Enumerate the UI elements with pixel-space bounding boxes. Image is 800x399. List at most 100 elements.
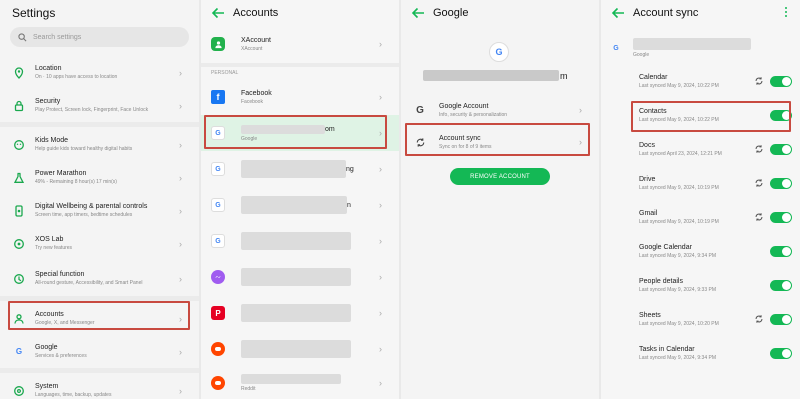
account-item-facebook[interactable]: f Facebook Facebook › bbox=[201, 79, 399, 115]
settings-item-kids-mode[interactable]: Kids Mode Help guide kids toward healthy … bbox=[0, 128, 199, 161]
settings-item-security[interactable]: Security Play Protect, Screen lock, Finge… bbox=[0, 89, 199, 122]
item-sub: On · 10 apps have access to location bbox=[35, 74, 118, 80]
reddit-icon bbox=[211, 342, 225, 356]
item-label: ng bbox=[346, 165, 354, 173]
item-sub: All-round gesture, Accessibility, and Sm… bbox=[35, 280, 143, 286]
account-sync-panel: Account sync G Google Calendar Last synce… bbox=[601, 0, 800, 399]
section-label: PERSONAL bbox=[211, 70, 239, 76]
lab-icon bbox=[12, 237, 26, 251]
flask-icon bbox=[12, 171, 26, 185]
docs-sync-toggle[interactable] bbox=[770, 143, 792, 155]
sync-icon bbox=[754, 212, 764, 222]
sync-item-sheets[interactable]: Sheets Last synced May 9, 2024, 10:20 PM bbox=[601, 302, 800, 336]
settings-item-location[interactable]: Location On · 10 apps have access to loca… bbox=[0, 56, 199, 89]
drive-sync-toggle[interactable] bbox=[770, 177, 792, 189]
sheets-sync-toggle[interactable] bbox=[770, 313, 792, 325]
item-sub: Last synced April 23, 2024, 12:21 PM bbox=[639, 150, 722, 157]
google-icon: G bbox=[15, 347, 23, 356]
item-label: Power Marathon bbox=[35, 170, 87, 177]
item-sub: Last synced May 9, 2024, 10:20 PM bbox=[639, 320, 719, 327]
sync-item-people-details[interactable]: People details Last synced May 9, 2024, 9… bbox=[601, 268, 800, 302]
item-label: Google bbox=[35, 344, 58, 351]
sync-item-calendar[interactable]: Calendar Last synced May 9, 2024, 10:22 P… bbox=[601, 64, 800, 98]
remove-account-button[interactable]: REMOVE ACCOUNT bbox=[450, 168, 550, 185]
chevron-right-icon: › bbox=[179, 385, 182, 396]
sync-icon bbox=[754, 178, 764, 188]
sync-item-tasks-in-calendar[interactable]: Tasks in Calendar Last synced May 9, 2024… bbox=[601, 336, 800, 370]
account-item-google-3[interactable]: G n › bbox=[201, 187, 399, 223]
location-icon bbox=[12, 66, 26, 80]
item-label: Google Account bbox=[439, 102, 489, 110]
account-item-reddit-1[interactable]: › bbox=[201, 331, 399, 367]
page-title: Google bbox=[433, 7, 469, 19]
back-arrow-icon[interactable] bbox=[411, 7, 425, 19]
kids-mode-icon bbox=[12, 138, 26, 152]
search-input[interactable]: Search settings bbox=[10, 27, 189, 47]
calendar-sync-toggle[interactable] bbox=[770, 75, 792, 87]
chevron-right-icon: › bbox=[379, 378, 382, 388]
item-sub: Services & preferences bbox=[35, 353, 87, 359]
item-label: XOS Lab bbox=[35, 236, 64, 243]
back-arrow-icon[interactable] bbox=[211, 7, 225, 19]
chevron-right-icon: › bbox=[379, 344, 382, 354]
page-title: Settings bbox=[12, 6, 56, 20]
chevron-right-icon: › bbox=[179, 100, 182, 111]
accounts-header: Accounts bbox=[201, 0, 399, 26]
item-label: Kids Mode bbox=[35, 137, 69, 144]
item-sub: Last synced May 9, 2024, 9:34 PM bbox=[639, 354, 716, 361]
account-item-reddit-2[interactable]: Reddit › bbox=[201, 365, 399, 399]
back-arrow-icon[interactable] bbox=[611, 7, 625, 19]
wellbeing-icon bbox=[12, 204, 26, 218]
sync-item-google-calendar[interactable]: Google Calendar Last synced May 9, 2024, … bbox=[601, 234, 800, 268]
page-title: Account sync bbox=[633, 7, 699, 19]
account-item-xaccount[interactable]: XAccount XAccount › bbox=[201, 26, 399, 62]
settings-item-power-marathon[interactable]: Power Marathon 49% - Remaining 8 hour(s) … bbox=[0, 161, 199, 194]
account-item-google-4[interactable]: G › bbox=[201, 223, 399, 259]
sync-item-gmail[interactable]: Gmail Last synced May 9, 2024, 10:19 PM bbox=[601, 200, 800, 234]
settings-item-system[interactable]: System Languages, time, backup, updates › bbox=[0, 374, 199, 399]
settings-item-google[interactable]: G Google Services & preferences › bbox=[0, 335, 199, 368]
item-label: Calendar bbox=[639, 73, 668, 81]
settings-item-special-function[interactable]: Special function All-round gesture, Acces… bbox=[0, 262, 199, 295]
settings-item-xos-lab[interactable]: XOS Lab Try new features › bbox=[0, 227, 199, 260]
google-calendar-sync-toggle[interactable] bbox=[770, 245, 792, 257]
item-sub: Try new features bbox=[35, 245, 73, 251]
item-sub: Last synced May 9, 2024, 9:34 PM bbox=[639, 252, 716, 259]
chevron-right-icon: › bbox=[379, 236, 382, 246]
gmail-sync-toggle[interactable] bbox=[770, 211, 792, 223]
sync-item-docs[interactable]: Docs Last synced April 23, 2024, 12:21 PM bbox=[601, 132, 800, 166]
sync-icon bbox=[754, 76, 764, 86]
blurred-content bbox=[241, 268, 351, 286]
facebook-icon: f bbox=[211, 90, 225, 104]
item-label: n bbox=[347, 201, 351, 209]
google-icon: G bbox=[416, 104, 424, 116]
google-icon: G bbox=[211, 234, 225, 248]
people-details-sync-toggle[interactable] bbox=[770, 279, 792, 291]
item-label: Special function bbox=[35, 271, 85, 278]
chevron-right-icon: › bbox=[179, 67, 182, 78]
reddit-icon bbox=[211, 376, 225, 390]
account-item-messenger[interactable]: › bbox=[201, 259, 399, 295]
chevron-right-icon: › bbox=[179, 273, 182, 284]
google-logo-icon: G bbox=[489, 42, 509, 62]
item-sub: Languages, time, backup, updates bbox=[35, 392, 112, 398]
pinterest-icon: P bbox=[211, 306, 225, 320]
account-item-pinterest[interactable]: P › bbox=[201, 295, 399, 331]
chevron-right-icon: › bbox=[179, 346, 182, 357]
item-sub: 49% - Remaining 8 hour(s) 17 min(s) bbox=[35, 179, 117, 185]
item-label: Digital Wellbeing & parental controls bbox=[35, 203, 148, 210]
tasks-sync-toggle[interactable] bbox=[770, 347, 792, 359]
item-label: Drive bbox=[639, 175, 656, 183]
account-item-google-2[interactable]: G ng › bbox=[201, 151, 399, 187]
sync-item-drive[interactable]: Drive Last synced May 9, 2024, 10:19 PM bbox=[601, 166, 800, 200]
chevron-right-icon: › bbox=[179, 238, 182, 249]
more-options-icon[interactable] bbox=[785, 7, 788, 19]
blurred-content bbox=[241, 304, 351, 322]
google-header: Google bbox=[401, 0, 599, 26]
item-label: Tasks in Calendar bbox=[639, 345, 695, 353]
settings-item-digital-wellbeing[interactable]: Digital Wellbeing & parental controls Scr… bbox=[0, 194, 199, 227]
section-divider bbox=[201, 63, 399, 67]
page-title: Accounts bbox=[233, 7, 279, 19]
highlight-accounts bbox=[8, 301, 190, 330]
account-sync-header: Account sync bbox=[601, 0, 800, 26]
